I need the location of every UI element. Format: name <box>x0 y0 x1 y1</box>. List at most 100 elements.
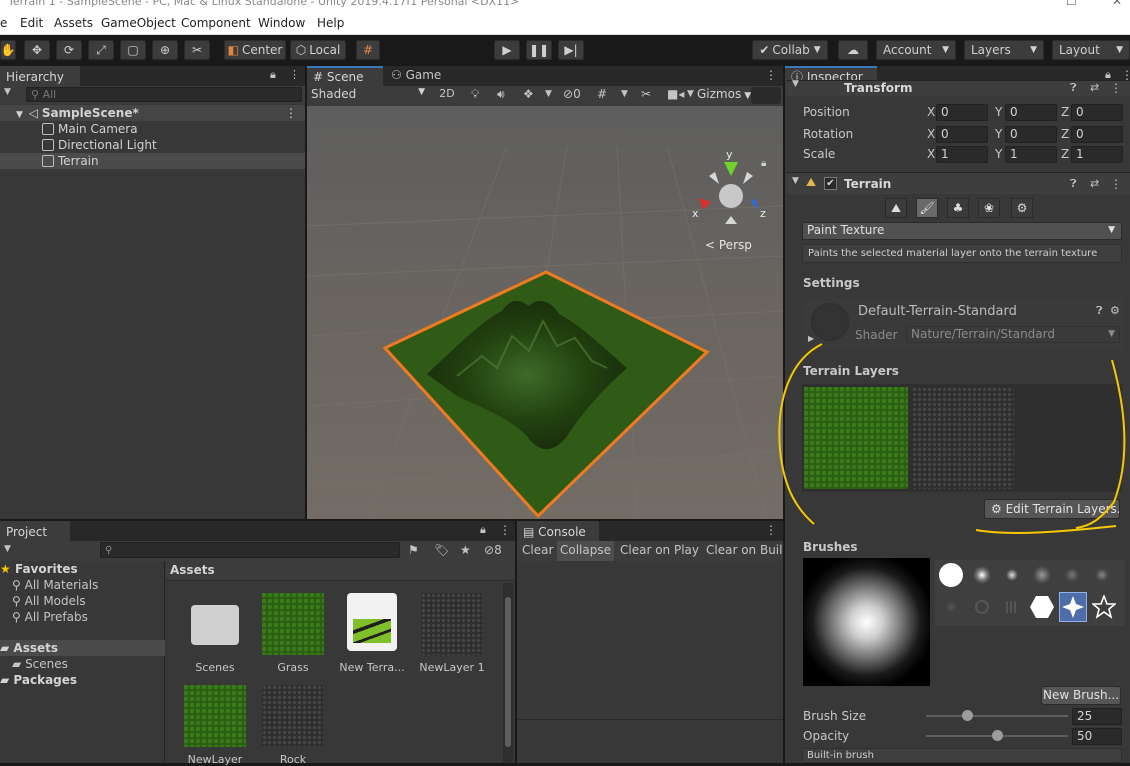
shader-dropdown[interactable]: Nature/Terrain/Standard ▼ <box>906 326 1120 343</box>
paint-trees-tool-icon[interactable]: ♣ <box>947 198 969 218</box>
console-collapse-toggle[interactable]: Collapse <box>557 541 614 561</box>
asset-scrollbar-thumb[interactable] <box>505 597 511 747</box>
rotation-z-field[interactable]: 0 <box>1071 126 1123 143</box>
maximize-icon[interactable]: ☐ <box>1066 0 1077 8</box>
grid-dropdown-icon[interactable]: ▼ <box>621 89 628 99</box>
brush-swirl[interactable] <box>969 594 995 620</box>
close-icon[interactable]: ✕ <box>1112 0 1122 8</box>
help-icon[interactable]: ❓︎ <box>1096 304 1103 318</box>
tab-console[interactable]: ▤ Console <box>517 521 599 541</box>
asset-grass[interactable]: Grass <box>253 593 333 674</box>
move-tool-icon[interactable]: ✥ <box>24 40 50 60</box>
lighting-toggle-icon[interactable]: 💡︎ <box>471 87 479 102</box>
menu-edit[interactable]: Edit <box>20 16 43 30</box>
terrain-tool-dropdown[interactable]: Paint Texture ▼ <box>802 222 1122 240</box>
asset-new-terrain[interactable]: New Terra... <box>332 593 412 674</box>
paint-terrain-tool-icon[interactable]: 🖌︎ <box>916 198 938 218</box>
expand-arrow-icon[interactable]: ▶ <box>808 334 814 343</box>
brush-hexagon[interactable] <box>1029 594 1055 620</box>
camera-dropdown-icon[interactable]: ▼ <box>687 89 694 99</box>
asset-newlayer-1[interactable]: NewLayer 1 <box>412 593 492 674</box>
scenes-folder[interactable]: ▰ Scenes <box>12 656 68 672</box>
console-clear-on-build-toggle[interactable]: Clear on Build <box>706 543 783 557</box>
pause-button[interactable]: ❚❚ <box>526 40 552 60</box>
menu-gameobject[interactable]: GameObject <box>101 16 176 30</box>
brush-noise-1[interactable] <box>1029 562 1055 588</box>
terrain-enabled-checkbox[interactable]: ✔ <box>824 177 837 190</box>
assets-folder[interactable]: ▰ Assets <box>0 640 165 656</box>
hierarchy-search-input[interactable]: ⚲ All <box>26 87 302 102</box>
layout-dropdown[interactable]: Layout ▼ <box>1052 40 1130 60</box>
asset-scrollbar[interactable] <box>503 583 513 763</box>
brush-star-outline[interactable] <box>1091 594 1117 620</box>
menu-component[interactable]: Component <box>181 16 251 30</box>
grid-toggle-icon[interactable]: # <box>597 87 607 101</box>
audio-toggle-icon[interactable]: 🔊︎ <box>497 87 505 102</box>
grid-snap-icon[interactable]: # <box>356 40 380 60</box>
scene-search-input[interactable] <box>751 87 781 104</box>
help-icon[interactable]: ❓︎ <box>1070 177 1077 191</box>
presets-icon[interactable]: ⇄ <box>1090 81 1099 94</box>
hierarchy-item-main-camera[interactable]: Main Camera <box>0 121 305 137</box>
scene-more-icon[interactable]: ⋮ <box>285 105 297 121</box>
transform-tool-icon[interactable]: ⊕ <box>152 40 178 60</box>
help-icon[interactable]: ❓︎ <box>1070 81 1077 95</box>
search-by-type-icon[interactable]: ⚑ <box>408 543 419 557</box>
favorite-star-icon[interactable]: ★ <box>460 543 471 557</box>
brush-soft-circle[interactable] <box>969 562 995 588</box>
rotate-tool-icon[interactable]: ⟳ <box>56 40 82 60</box>
custom-tool-icon[interactable]: ✂ <box>184 40 210 60</box>
menu-window[interactable]: Window <box>258 16 305 30</box>
terrain-component-header[interactable]: ▼ ⛰ ✔ Terrain ❓︎ ⇄ ⋮ <box>786 172 1130 194</box>
shading-mode-dropdown[interactable]: Shaded ▼ <box>311 87 427 104</box>
account-dropdown[interactable]: Account ▼ <box>876 40 956 60</box>
play-button[interactable]: ▶ <box>494 40 520 60</box>
pivot-local-button[interactable]: ⬡ Local <box>290 40 346 60</box>
component-menu-icon[interactable]: ⋮ <box>1110 177 1122 191</box>
brush-small-soft[interactable] <box>999 562 1025 588</box>
presets-icon[interactable]: ⇄ <box>1090 177 1099 190</box>
scale-z-field[interactable]: 1 <box>1071 146 1123 163</box>
effects-dropdown-icon[interactable]: ▼ <box>545 89 552 99</box>
gizmo-lock-icon[interactable]: 🔒︎ <box>761 158 766 169</box>
menu-assets[interactable]: Assets <box>54 16 93 30</box>
camera-icon[interactable]: ■◂ <box>667 87 684 101</box>
position-y-field[interactable]: 0 <box>1005 104 1057 121</box>
rotation-x-field[interactable]: 0 <box>936 126 988 143</box>
scene-more-options-icon[interactable]: ⋮ <box>765 68 777 82</box>
hierarchy-item-directional-light[interactable]: Directional Light <box>0 137 305 153</box>
position-z-field[interactable]: 0 <box>1071 104 1123 121</box>
cloud-icon[interactable]: ☁ <box>838 40 868 60</box>
tab-hierarchy[interactable]: Hierarchy <box>0 66 80 86</box>
terrain-layer-grass[interactable] <box>804 387 908 489</box>
edit-terrain-layers-button[interactable]: ⚙ Edit Terrain Layers... <box>984 499 1120 519</box>
create-dropdown-icon[interactable]: ▼ <box>4 87 11 97</box>
collapse-arrow-icon[interactable]: ▼ <box>792 79 799 89</box>
layers-dropdown[interactable]: Layers ▼ <box>964 40 1044 60</box>
scale-x-field[interactable]: 1 <box>936 146 988 163</box>
effects-toggle-icon[interactable]: ❖ <box>523 87 534 101</box>
projection-label[interactable]: < Persp <box>705 238 752 252</box>
transform-header[interactable]: ▼ Transform ❓︎ ⇄ ⋮ <box>786 79 1130 96</box>
asset-scenes-folder[interactable]: Scenes <box>175 593 255 674</box>
more-options-icon[interactable]: ⋮ <box>289 68 300 81</box>
menu-help[interactable]: Help <box>317 16 344 30</box>
2d-toggle[interactable]: 2D <box>435 87 459 104</box>
hand-tool-icon[interactable]: ✋ <box>0 40 16 60</box>
search-by-label-icon[interactable]: 🏷︎ <box>434 543 449 557</box>
position-x-field[interactable]: 0 <box>936 104 988 121</box>
hierarchy-item-terrain[interactable]: Terrain <box>0 153 305 169</box>
tab-project[interactable]: Project <box>0 521 70 541</box>
terrain-layer-rock[interactable] <box>912 387 1014 489</box>
project-more-icon[interactable]: ⋮ <box>499 523 511 537</box>
project-search-input[interactable]: ⚲ <box>100 542 400 558</box>
brush-noise-2[interactable] <box>1059 562 1085 588</box>
opacity-slider-thumb[interactable] <box>992 730 1003 741</box>
project-create-dropdown-icon[interactable]: ▼ <box>4 544 11 554</box>
collab-dropdown[interactable]: ✔ Collab ▼ <box>752 40 828 60</box>
menu-file[interactable]: e <box>0 16 7 30</box>
console-clear-button[interactable]: Clear <box>522 543 553 557</box>
step-button[interactable]: ▶| <box>558 40 584 60</box>
new-brush-button[interactable]: New Brush... <box>1041 686 1121 705</box>
brush-strokes[interactable] <box>999 594 1025 620</box>
